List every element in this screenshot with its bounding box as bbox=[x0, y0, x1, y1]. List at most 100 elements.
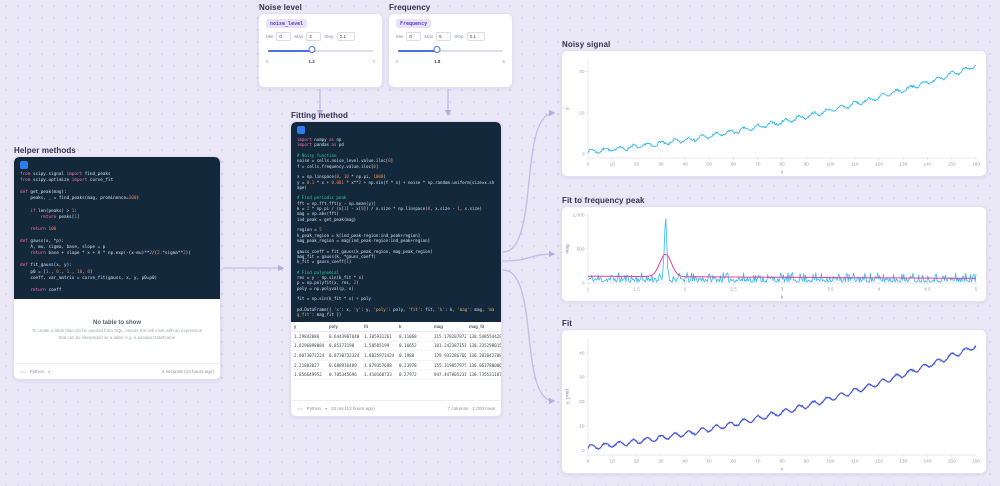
table-cell: 0.1988 bbox=[396, 350, 431, 361]
x-tick-label: 100 bbox=[826, 162, 834, 168]
table-cell: 0.705345696 bbox=[326, 369, 361, 380]
helper-code-editor[interactable]: from scipy.signal import find_peaks from… bbox=[14, 157, 220, 299]
table-cell: 155.3198579755 bbox=[431, 360, 466, 371]
connector-fitting-to-freq-peak bbox=[502, 250, 556, 262]
frequency-max-label: Max bbox=[424, 34, 434, 39]
frequency-slider-scale: 0 1.8 5 bbox=[396, 59, 505, 65]
helper-cell-footer: </> Python ▾ 4 seconds (13 hours ago) bbox=[14, 363, 220, 379]
x-tick-label: 80 bbox=[779, 162, 785, 168]
python-cell-icon bbox=[297, 126, 305, 134]
fit-chart: 0 10 20 30 40 50 60 70 80 90 100 110 120 130 140 150 160… bbox=[561, 329, 987, 474]
table-row: 1.29842086 0.6443907648 1.305931261 0.11068… bbox=[291, 331, 501, 342]
x-tick-label: 50 bbox=[707, 162, 713, 168]
x-tick-label: 2 bbox=[684, 287, 687, 293]
x-tick-label: 10 bbox=[610, 459, 616, 465]
y-tick-label: 20 bbox=[579, 110, 585, 116]
fitting-cell-footer: </> Python ▾ 24 ms (13 hours ago) 7 colu… bbox=[291, 400, 501, 416]
table-cell: 0.85173198 bbox=[326, 341, 361, 352]
table-column-header: fit bbox=[361, 322, 396, 332]
helper-empty-state: No table to show To create a table that … bbox=[14, 299, 220, 363]
empty-state-body: To create a table that can be queried fr… bbox=[31, 328, 203, 340]
helper-runtime-text: 4 seconds (13 hours ago) bbox=[161, 369, 214, 374]
frequency-slider-track[interactable] bbox=[398, 49, 503, 52]
x-tick-label: 30 bbox=[658, 162, 664, 168]
code-language-icon: </> bbox=[297, 406, 303, 411]
x-tick-label: 50 bbox=[707, 459, 713, 465]
noise-slider-fill bbox=[268, 49, 310, 52]
noise-slider[interactable] bbox=[266, 46, 375, 55]
fitting-result-table[interactable]: y poly fit k mag mag_fit 1.29842086 0.644390764… bbox=[291, 322, 501, 400]
frequency-slider-handle[interactable] bbox=[433, 46, 441, 53]
frequency-max-input[interactable] bbox=[436, 32, 452, 41]
python-cell-icon bbox=[20, 161, 28, 169]
table-cell: 1.305931261 bbox=[361, 331, 396, 342]
x-tick-label: 40 bbox=[682, 162, 688, 168]
table-cell: 136.0637800063 bbox=[466, 360, 501, 371]
helper-methods-cell: from scipy.signal import find_peaks from… bbox=[13, 156, 221, 380]
table-cell: 1.410160733 bbox=[361, 369, 396, 380]
x-tick-label: 110 bbox=[851, 459, 859, 465]
fitting-language-selector[interactable]: Python bbox=[307, 406, 321, 411]
fitting-code-editor[interactable]: import numpy as np import pandas as pd #… bbox=[291, 122, 501, 322]
x-tick-label: 120 bbox=[875, 162, 883, 168]
y-tick-label: 40 bbox=[579, 350, 585, 356]
frequency-slider-max-value: 5 bbox=[502, 59, 505, 64]
noise-step-input[interactable] bbox=[336, 32, 355, 41]
fitting-cell-title: Fitting method bbox=[291, 111, 348, 120]
frequency-variable-pill[interactable]: Frequency bbox=[396, 19, 432, 28]
table-cell: 1.8296898084 bbox=[291, 341, 326, 352]
noise-variable-pill[interactable]: noise_level bbox=[266, 19, 308, 28]
table-cell: 101.2423871518 bbox=[431, 341, 466, 352]
noise-slider-track[interactable] bbox=[268, 49, 373, 52]
x-tick-label: 70 bbox=[755, 459, 761, 465]
chevron-down-icon: ▾ bbox=[325, 406, 328, 411]
x-tick-label: 60 bbox=[731, 459, 737, 465]
mag_fit-series-line bbox=[588, 253, 976, 279]
x-tick-label: 130 bbox=[899, 459, 907, 465]
table-column-header: mag bbox=[431, 322, 466, 332]
table-cell: 1.856649952 bbox=[291, 369, 326, 380]
y-axis-label: y bbox=[566, 107, 571, 110]
y-tick-label: 40 bbox=[579, 69, 585, 75]
frequency-min-input[interactable] bbox=[406, 32, 422, 41]
table-row: 2.21803027 0.688916489 1.879357688 0.23978 1… bbox=[291, 360, 501, 371]
y-tick-label: 500 bbox=[576, 247, 584, 253]
noise-max-input[interactable] bbox=[306, 32, 322, 41]
x-tick-label: 120 bbox=[875, 459, 883, 465]
helper-language-selector[interactable]: Python bbox=[30, 369, 44, 374]
fitting-method-cell: import numpy as np import pandas as pd #… bbox=[290, 121, 502, 417]
table-cell: 0.16652 bbox=[396, 341, 431, 352]
table-cell: 0.688916489 bbox=[326, 360, 361, 371]
table-cell: 130.548554429 bbox=[466, 331, 501, 342]
table-row: 2.0873073224 0.8730732324 1.8025973424 0.19… bbox=[291, 350, 501, 361]
connector-fitting-to-noisy-signal bbox=[502, 109, 556, 253]
frequency-slider-min-value: 0 bbox=[396, 59, 399, 64]
chevron-down-icon: ▾ bbox=[48, 369, 51, 374]
x-tick-label: 3 bbox=[781, 287, 784, 293]
y-tick-label: 20 bbox=[579, 399, 585, 405]
x-tick-label: 4 bbox=[878, 287, 881, 293]
empty-state-title: No table to show bbox=[93, 320, 141, 327]
frequency-widget: Frequency Min Max Step 0 1.8 5 bbox=[388, 13, 513, 88]
x-tick-label: 70 bbox=[755, 162, 761, 168]
frequency-step-label: Step bbox=[454, 34, 464, 39]
x-axis-label: k bbox=[781, 295, 784, 301]
mag-series-line bbox=[587, 218, 977, 283]
frequency-slider[interactable] bbox=[396, 46, 505, 55]
x-tick-label: 60 bbox=[731, 162, 737, 168]
noise-slider-max-value: 3 bbox=[372, 59, 375, 64]
table-cell: 130.235298015 bbox=[466, 341, 501, 352]
x-tick-label: 100 bbox=[826, 459, 834, 465]
fitting-code[interactable]: import numpy as np import pandas as pd #… bbox=[297, 137, 495, 318]
frequency-step-input[interactable] bbox=[466, 32, 485, 41]
x-tick-label: 40 bbox=[682, 459, 688, 465]
noise-slider-handle[interactable] bbox=[308, 46, 316, 53]
x-tick-label: 1.5 bbox=[633, 287, 640, 293]
helper-code[interactable]: from scipy.signal import find_peaks from… bbox=[20, 172, 214, 294]
noise-min-input[interactable] bbox=[276, 32, 292, 41]
x-axis-label: x bbox=[781, 171, 784, 176]
x-tick-label: 150 bbox=[948, 459, 956, 465]
noisy-signal-plot: 0 10 20 30 40 50 60 70 80 90 100 110 120 130 140 150 160… bbox=[566, 59, 980, 176]
frequency-slider-fill bbox=[398, 49, 436, 52]
y-series-line bbox=[587, 345, 976, 451]
